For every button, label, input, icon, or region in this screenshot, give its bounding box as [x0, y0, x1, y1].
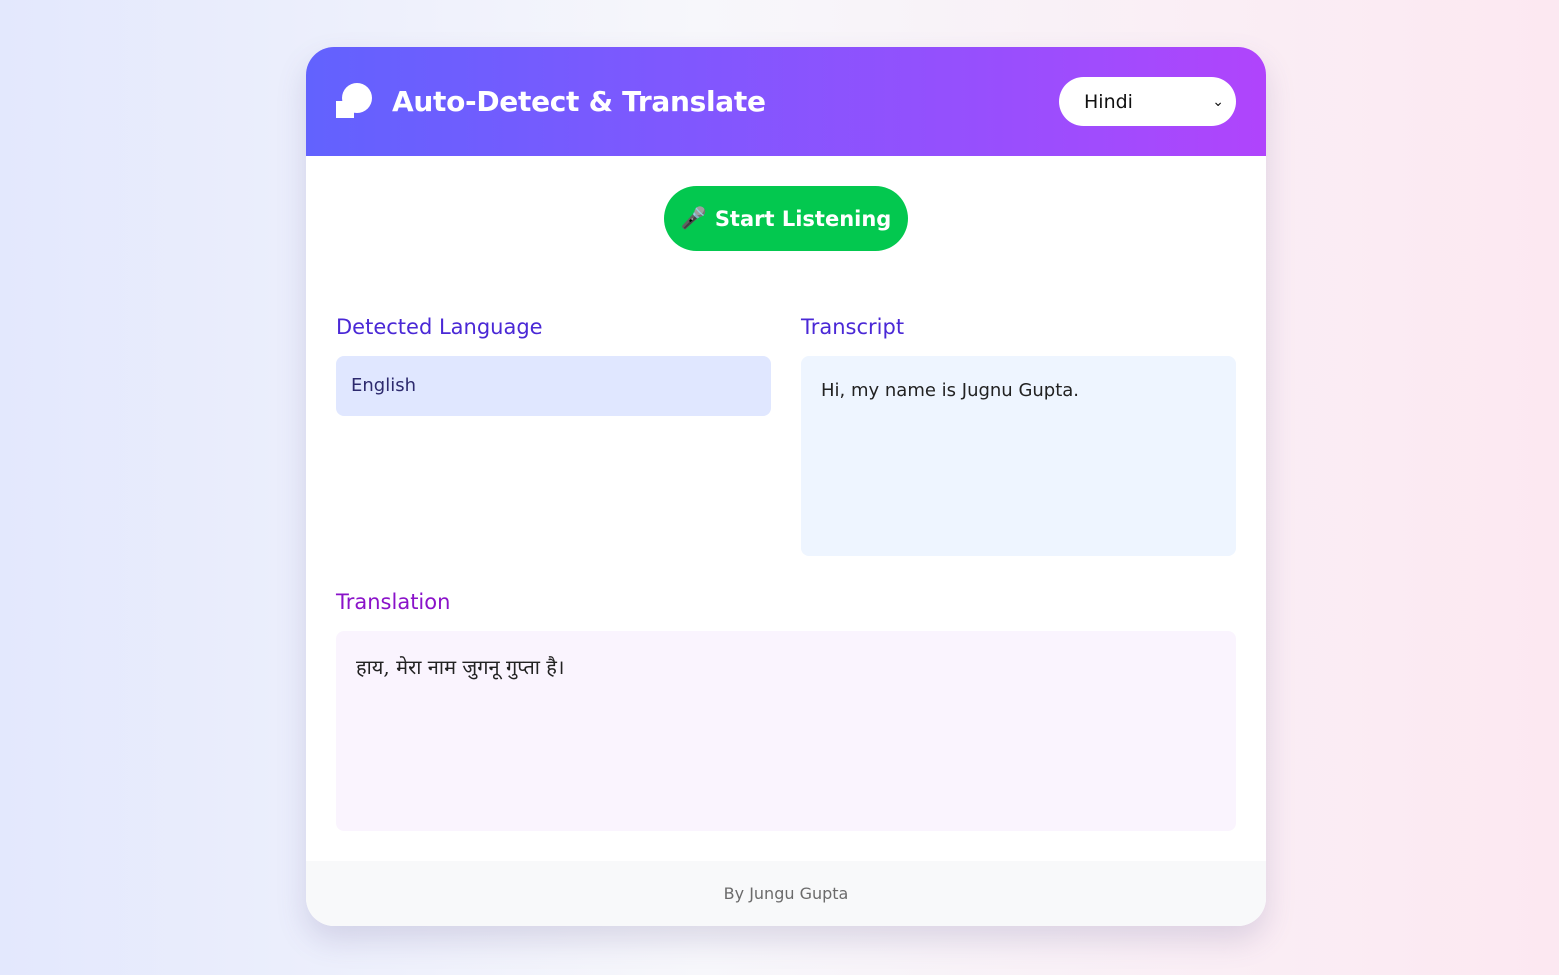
target-language-select[interactable]: Hindi ⌄: [1059, 77, 1236, 126]
translation-label: Translation: [336, 590, 451, 614]
transcript-label: Transcript: [801, 315, 905, 339]
header: Auto-Detect & Translate Hindi ⌄: [306, 47, 1266, 156]
start-listening-label: Start Listening: [714, 206, 892, 231]
chevron-down-icon: ⌄: [1212, 93, 1224, 110]
detected-language-value: English: [336, 356, 771, 416]
logo-icon: [336, 82, 374, 121]
start-listening-button[interactable]: 🎤 Start Listening: [664, 186, 908, 251]
app-title: Auto-Detect & Translate: [392, 85, 766, 118]
detected-language-label: Detected Language: [336, 315, 543, 339]
translation-box: हाय, मेरा नाम जुगनू गुप्ता है।: [336, 631, 1236, 831]
selected-language: Hindi: [1084, 90, 1133, 113]
microphone-icon: 🎤: [680, 206, 707, 230]
transcript-box: Hi, my name is Jugnu Gupta.: [801, 356, 1236, 556]
app-card: Auto-Detect & Translate Hindi ⌄ 🎤 Start …: [306, 47, 1266, 926]
footer: By Jungu Gupta: [306, 861, 1266, 926]
